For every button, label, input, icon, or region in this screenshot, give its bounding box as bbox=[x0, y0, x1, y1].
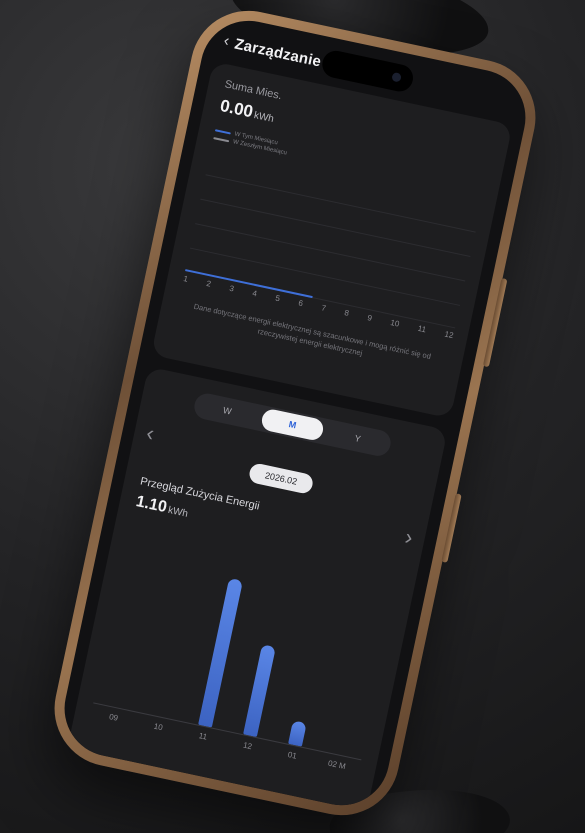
usage-number: 1.10 bbox=[134, 493, 169, 517]
month-tick-label: 5 bbox=[274, 293, 281, 304]
usage-bar[interactable] bbox=[198, 577, 244, 728]
segment-week[interactable]: W bbox=[194, 394, 260, 429]
x-tick-label: 01 bbox=[286, 750, 298, 761]
chevron-right-icon[interactable]: › bbox=[403, 524, 415, 551]
month-tick-label: 12 bbox=[443, 329, 455, 341]
usage-bar[interactable] bbox=[242, 644, 276, 738]
month-tick-label: 9 bbox=[366, 313, 373, 323]
page-title: Zarządzanie bbox=[233, 35, 323, 71]
x-tick-label: 02 M bbox=[327, 758, 347, 772]
sum-unit: kWh bbox=[252, 110, 275, 126]
period-segmented-control: W M Y bbox=[191, 391, 394, 459]
legend-swatch bbox=[214, 129, 231, 135]
period-selector[interactable]: 2026.02 bbox=[247, 462, 315, 495]
sum-number: 0.00 bbox=[218, 95, 255, 122]
legend-swatch bbox=[213, 137, 230, 143]
segment-month[interactable]: M bbox=[259, 407, 326, 443]
usage-unit: kWh bbox=[167, 504, 189, 520]
phone-frame: ‹ Zarządzanie Suma Mies. 0.00kWh W Tym M… bbox=[43, 0, 547, 826]
month-tick-label: 11 bbox=[416, 323, 427, 335]
grid-line bbox=[189, 247, 461, 306]
x-tick-label: 09 bbox=[108, 712, 119, 723]
month-tick-label: 3 bbox=[228, 283, 235, 294]
grid-line bbox=[200, 198, 471, 258]
phone-screen: ‹ Zarządzanie Suma Mies. 0.00kWh W Tym M… bbox=[55, 11, 535, 815]
chart-legend: W Tym Miesiącu W Zeszłym Miesiącu bbox=[212, 127, 289, 158]
chevron-left-icon[interactable]: ‹ bbox=[144, 420, 156, 447]
month-tick-label: 6 bbox=[297, 298, 304, 309]
month-tick-label: 2 bbox=[205, 278, 212, 289]
grid-line bbox=[195, 223, 466, 282]
month-tick-label: 10 bbox=[389, 317, 401, 329]
chevron-left-icon[interactable]: ‹ bbox=[222, 32, 231, 51]
x-tick-label: 12 bbox=[242, 740, 253, 752]
month-tick-label: 1 bbox=[182, 273, 189, 284]
x-tick-label: 11 bbox=[197, 731, 208, 742]
month-tick-label: 4 bbox=[251, 288, 258, 299]
segment-year[interactable]: Y bbox=[325, 421, 391, 456]
month-tick-label: 7 bbox=[320, 303, 327, 314]
usage-bar[interactable] bbox=[287, 720, 307, 747]
usage-overview-card: W M Y ‹ 2026.02 › Przegląd Zużycia Energ… bbox=[67, 366, 448, 812]
usage-value: 1.10kWh bbox=[134, 493, 190, 522]
background-scene: ‹ Zarządzanie Suma Mies. 0.00kWh W Tym M… bbox=[0, 0, 585, 833]
grid-line bbox=[205, 174, 476, 233]
x-tick-label: 10 bbox=[152, 721, 164, 733]
sum-value: 0.00kWh bbox=[218, 96, 276, 127]
monthly-summary-card: Suma Mies. 0.00kWh W Tym Miesiącu W Zesz… bbox=[150, 61, 513, 419]
month-tick-label: 8 bbox=[343, 308, 350, 318]
